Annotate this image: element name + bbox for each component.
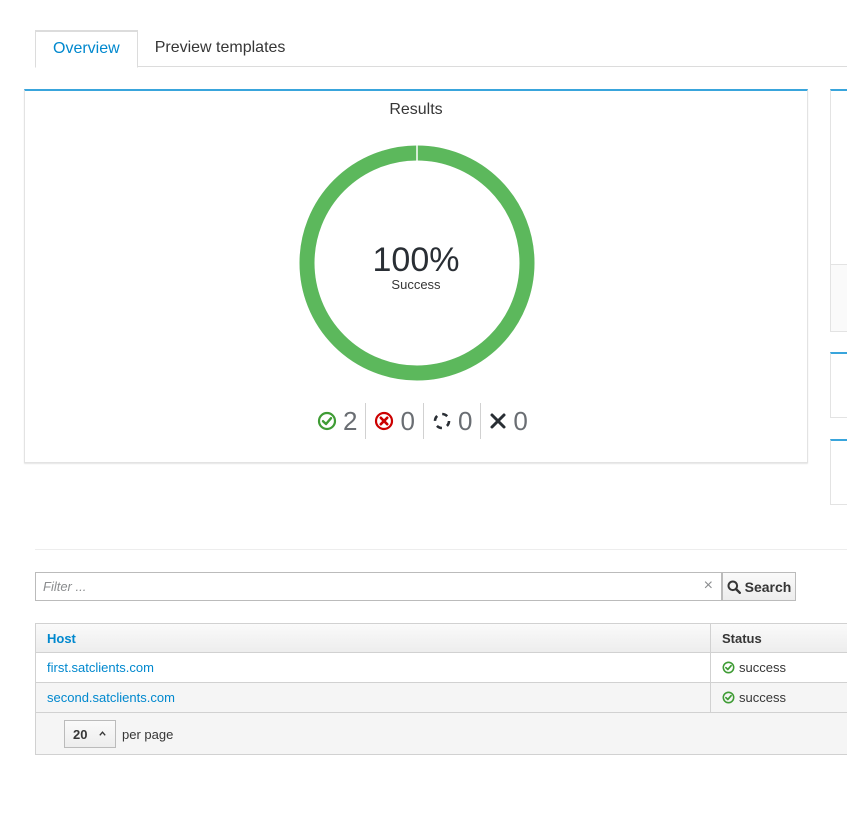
table-row: second.satclients.com success (36, 683, 847, 713)
side-card-1-footer (830, 265, 847, 332)
spinner-icon (433, 412, 451, 430)
chevron-up-icon (99, 731, 106, 736)
success-percent: 100% (372, 241, 460, 279)
hosts-table: Host Status first.satclients.com success… (35, 623, 847, 713)
success-label: Success (391, 277, 441, 292)
count-pending-value: 0 (457, 405, 473, 436)
table-row: first.satclients.com success (36, 653, 847, 683)
side-card-2 (830, 352, 847, 418)
per-page-select[interactable]: 20 (64, 720, 116, 748)
filter-box: × (35, 572, 722, 601)
search-button-label: Search (744, 578, 792, 595)
per-page-value: 20 (73, 726, 88, 742)
search-button[interactable]: Search (722, 572, 796, 601)
clear-filter-icon[interactable]: × (704, 578, 713, 594)
close-icon (490, 413, 506, 429)
column-header-status: Status (722, 630, 762, 646)
table-header: Host Status (36, 624, 847, 653)
results-title: Results (389, 101, 443, 118)
count-success[interactable]: 2 (309, 403, 365, 439)
tab-overview[interactable]: Overview (35, 30, 138, 68)
host-cell: first.satclients.com (36, 653, 711, 682)
check-circle-icon (722, 661, 735, 674)
filter-input[interactable] (36, 573, 696, 600)
count-cancelled-value: 0 (513, 405, 528, 436)
status-counts: 2 0 0 0 (309, 402, 536, 440)
side-card-3 (830, 439, 847, 505)
results-card: Results 100% Success 2 0 0 0 (24, 89, 808, 463)
status-cell: success (711, 653, 847, 682)
host-cell: second.satclients.com (36, 683, 711, 712)
side-card-1 (830, 89, 847, 265)
host-link[interactable]: second.satclients.com (47, 690, 175, 705)
pagination-bar: 20 per page (35, 713, 847, 755)
status-text: success (739, 690, 786, 705)
tab-preview-templates[interactable]: Preview templates (138, 30, 303, 67)
host-link[interactable]: first.satclients.com (47, 660, 154, 675)
count-cancelled[interactable]: 0 (480, 403, 535, 439)
count-failed[interactable]: 0 (365, 403, 422, 439)
count-success-value: 2 (343, 405, 358, 436)
status-cell: success (711, 683, 847, 712)
count-failed-value: 0 (400, 405, 415, 436)
per-page-label: per page (122, 727, 174, 742)
column-header-host[interactable]: Host (36, 624, 711, 652)
section-divider (35, 549, 847, 550)
tab-bar: Overview Preview templates (35, 30, 847, 68)
status-text: success (739, 660, 786, 675)
count-pending[interactable]: 0 (422, 403, 480, 439)
error-circle-icon (375, 411, 394, 431)
check-circle-icon (317, 411, 337, 431)
check-circle-icon (722, 691, 735, 704)
search-icon (727, 580, 741, 594)
